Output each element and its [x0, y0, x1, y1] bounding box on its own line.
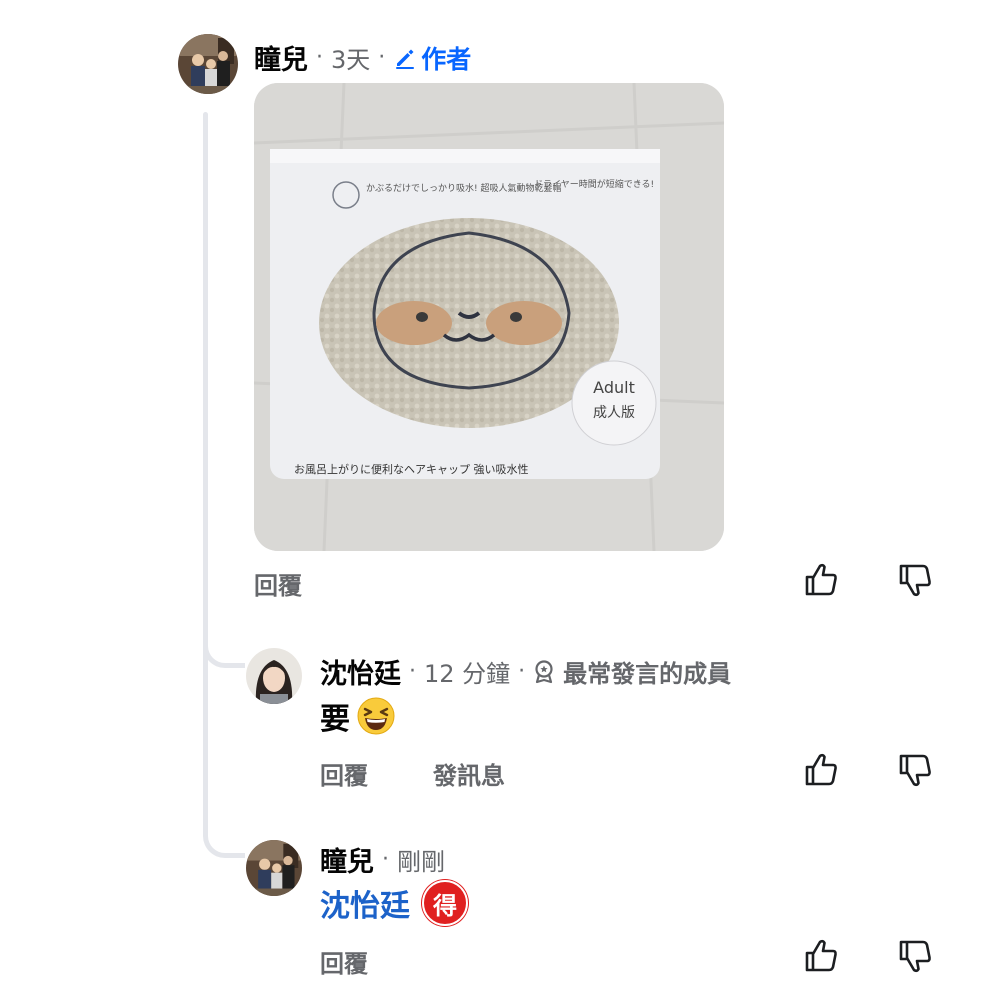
top-contributor-badge: 最常發言的成員 — [533, 654, 731, 689]
svg-text:お風呂上がりに便利なヘアキャップ 強い吸水性: お風呂上がりに便利なヘアキャップ 強い吸水性 — [294, 462, 529, 476]
sloth-hair-cap-photo: Adult 成人版 かぶるだけでしっかり吸水! 超吸人氣動物乾髮帽 ドライヤー時… — [254, 83, 724, 551]
separator-dot: · — [378, 45, 386, 70]
thumbs-up-icon[interactable] — [802, 751, 840, 789]
send-message-button[interactable]: 發訊息 — [433, 756, 505, 791]
thumbs-up-icon[interactable] — [802, 561, 840, 599]
avatar-family-photo — [246, 840, 302, 896]
top-contributor-label: 最常發言的成員 — [563, 660, 732, 688]
avatar-portrait — [246, 648, 302, 704]
comment-time[interactable]: 12 分鐘 — [424, 654, 510, 689]
thread-line — [203, 112, 208, 832]
comment-thread: 瞳兒 · 3天 · 作者 Adult 成人版 かぶるだけでしっかり吸水! 超吸人… — [0, 0, 1000, 1000]
svg-text:ドライヤー時間が短縮できる!: ドライヤー時間が短縮できる! — [534, 178, 654, 190]
avatar-family-photo — [178, 34, 238, 94]
comment-time[interactable]: 剛剛 — [397, 842, 445, 877]
author-name[interactable]: 瞳兒 — [254, 38, 308, 77]
avatar[interactable] — [246, 840, 302, 896]
thumbs-down-icon[interactable] — [896, 561, 934, 599]
comment-header: 瞳兒 · 剛剛 — [320, 840, 445, 879]
author-badge: 作者 — [393, 40, 471, 76]
reply-button[interactable]: 回覆 — [254, 566, 302, 601]
thumbs-down-icon[interactable] — [896, 937, 934, 975]
author-name[interactable]: 沈怡廷 — [320, 652, 401, 691]
svg-text:Adult: Adult — [593, 378, 635, 397]
comment-photo[interactable]: Adult 成人版 かぶるだけでしっかり吸水! 超吸人氣動物乾髮帽 ドライヤー時… — [254, 83, 724, 551]
comment-header: 瞳兒 · 3天 · 作者 — [254, 38, 471, 77]
separator-dot: · — [409, 659, 416, 684]
comment-body: 要 — [320, 694, 396, 738]
separator-dot: · — [518, 659, 526, 684]
de-badge-icon: 得 — [422, 880, 468, 926]
comment-body: 沈怡廷 得 — [320, 880, 468, 926]
thread-connector — [203, 830, 245, 858]
reply-button[interactable]: 回覆 — [320, 756, 368, 791]
comment-text: 要 — [320, 702, 350, 737]
svg-text:成人版: 成人版 — [593, 405, 635, 421]
reply-button[interactable]: 回覆 — [320, 944, 368, 979]
pencil-icon — [396, 49, 415, 69]
thumbs-up-icon[interactable] — [802, 937, 840, 975]
thread-connector — [203, 640, 245, 668]
avatar[interactable] — [246, 648, 302, 704]
thumbs-down-icon[interactable] — [896, 751, 934, 789]
comment-header: 沈怡廷 · 12 分鐘 · 最常發言的成員 — [320, 652, 731, 691]
author-badge-label: 作者 — [421, 44, 472, 74]
svg-text:かぶるだけでしっかり吸水! 超吸人氣動物乾髮帽: かぶるだけでしっかり吸水! 超吸人氣動物乾髮帽 — [366, 182, 561, 194]
author-name[interactable]: 瞳兒 — [320, 840, 374, 879]
separator-dot: · — [316, 45, 323, 70]
medal-icon — [535, 659, 553, 683]
mention-link[interactable]: 沈怡廷 — [320, 881, 410, 925]
comment-time[interactable]: 3天 — [331, 40, 370, 75]
separator-dot: · — [382, 847, 389, 872]
grinning-squinting-face-icon — [356, 696, 396, 736]
avatar[interactable] — [178, 34, 238, 94]
